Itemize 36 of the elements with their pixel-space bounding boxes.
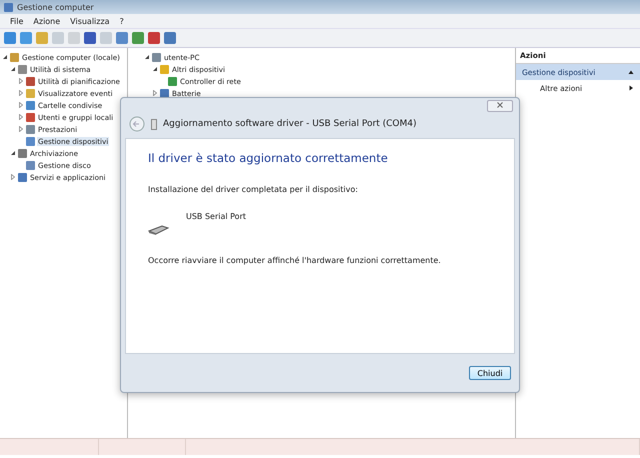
submenu-arrow-icon [628,85,634,91]
expand-arrow-icon[interactable] [152,90,158,96]
dialog-title: Aggiornamento software driver - USB Serial Port (COM4) [163,119,416,129]
collapse-arrow-icon[interactable] [152,66,158,72]
menu-item[interactable]: ? [120,16,124,26]
install-message: Installazione del driver completata per il dispositivo: [148,185,359,194]
expand-arrow-icon[interactable] [18,102,24,108]
collapse-arrow-icon[interactable] [2,54,8,60]
menu-item[interactable]: Visualizza [70,16,110,26]
toolbar-icon[interactable] [84,32,96,44]
expand-arrow-icon[interactable] [10,174,16,180]
window-title: Gestione computer [17,2,94,12]
device-name: USB Serial Port [186,212,246,221]
usb-device-icon [151,118,157,130]
expand-arrow-icon[interactable] [18,126,24,132]
toolbar-icon[interactable] [148,32,160,44]
close-icon [497,102,503,108]
collapse-arrow-icon [628,69,634,75]
back-icon[interactable] [129,116,145,132]
menu-item[interactable]: File [10,16,24,26]
collapse-arrow-icon[interactable] [10,150,16,156]
toolbar-icon[interactable] [132,32,144,44]
expand-arrow-icon[interactable] [18,114,24,120]
menu-item[interactable]: Azione [33,16,60,26]
collapse-arrow-icon[interactable] [10,66,16,72]
toolbar-icon[interactable] [164,32,176,44]
expand-arrow-icon[interactable] [18,78,24,84]
close-button[interactable]: Chiudi [469,366,511,380]
app-icon [4,2,13,12]
success-heading: Il driver è stato aggiornato correttamente [148,151,389,165]
toolbar-icon[interactable] [116,32,128,44]
expand-arrow-icon[interactable] [18,90,24,96]
close-button[interactable] [487,100,513,112]
collapse-arrow-icon[interactable] [144,54,150,60]
toolbar-icon[interactable] [4,32,16,44]
restart-message: Occorre riavviare il computer affinché l'hardware funzioni correttamente. [148,256,442,265]
